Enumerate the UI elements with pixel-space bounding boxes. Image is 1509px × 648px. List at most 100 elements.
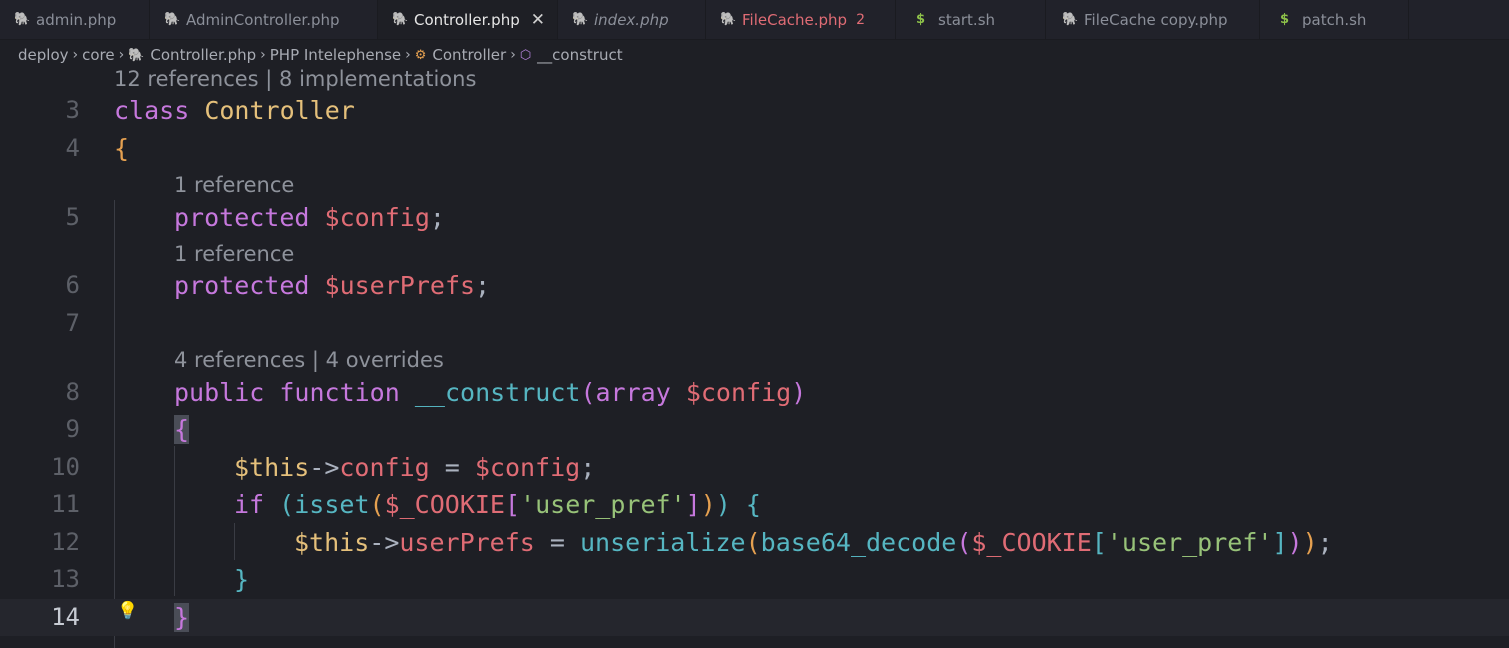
breadcrumb-item-file[interactable]: Controller.php bbox=[150, 46, 256, 64]
bracket-close: ] bbox=[1272, 528, 1288, 557]
php-elephant-icon: 🐘 bbox=[128, 47, 145, 63]
assign-operator: = bbox=[534, 528, 580, 557]
php-elephant-icon: 🐘 bbox=[572, 12, 589, 27]
tab-patch-sh[interactable]: $ patch.sh bbox=[1260, 0, 1409, 39]
property-userprefs: userPrefs bbox=[399, 528, 535, 557]
string-user-pref: 'user_pref' bbox=[520, 490, 686, 519]
keyword-public: public bbox=[174, 378, 265, 407]
tab-admincontroller-php[interactable]: 🐘 AdminController.php bbox=[150, 0, 378, 39]
code-line-3: 3 class Controller bbox=[0, 92, 1509, 129]
code-line-5: 5 protected $config; bbox=[0, 199, 1509, 236]
brace-open: { bbox=[745, 490, 761, 519]
keyword-class: class bbox=[114, 96, 190, 125]
line-number: 14 bbox=[51, 603, 80, 631]
class-name: Controller bbox=[204, 96, 355, 125]
codelens-config-reference[interactable]: 1 reference bbox=[174, 170, 294, 200]
semicolon: ; bbox=[429, 203, 445, 232]
line-number: 4 bbox=[65, 134, 80, 162]
code-line-8: 8 public function __construct(array $con… bbox=[0, 374, 1509, 411]
keyword-if: if bbox=[234, 490, 265, 519]
semicolon: ; bbox=[1317, 528, 1333, 557]
keyword-protected: protected bbox=[174, 271, 310, 300]
line-number: 5 bbox=[65, 203, 80, 231]
code-text: class Controller bbox=[114, 92, 355, 129]
paren-open: ( bbox=[956, 528, 972, 557]
lightbulb-icon[interactable]: 💡 bbox=[117, 601, 138, 621]
variable-cookie: $_COOKIE bbox=[971, 528, 1092, 557]
breadcrumb-item-deploy[interactable]: deploy bbox=[18, 46, 69, 64]
code-text: protected $config; bbox=[174, 199, 445, 236]
bracket-close: ] bbox=[685, 490, 701, 519]
code-text: if (isset($_COOKIE['user_pref'])) { bbox=[234, 486, 761, 523]
assign-operator: = bbox=[429, 453, 475, 482]
php-elephant-icon: 🐘 bbox=[720, 12, 737, 27]
tab-label: AdminController.php bbox=[186, 10, 340, 29]
code-line-14-current: 14 } bbox=[0, 599, 1509, 636]
breadcrumb-item-class[interactable]: Controller bbox=[432, 46, 506, 64]
paren-open: ( bbox=[745, 528, 761, 557]
brace-close-matched: } bbox=[174, 603, 190, 632]
tab-start-sh[interactable]: $ start.sh bbox=[896, 0, 1046, 39]
code-line-4: 4 { bbox=[0, 130, 1509, 167]
paren-open: ( bbox=[369, 490, 385, 519]
chevron-right-icon: › bbox=[118, 47, 125, 63]
brace-open-matched: { bbox=[174, 415, 190, 444]
variable-userprefs: $userPrefs bbox=[324, 271, 476, 300]
code-text: } bbox=[234, 561, 249, 598]
code-editor[interactable]: 12 references | 8 implementations 3 clas… bbox=[0, 67, 1509, 648]
code-line-6: 6 protected $userPrefs; bbox=[0, 267, 1509, 304]
breadcrumb-item-language[interactable]: PHP Intelephense bbox=[270, 46, 401, 64]
code-text: } bbox=[174, 599, 190, 636]
tab-index-php[interactable]: 🐘 index.php bbox=[558, 0, 706, 39]
function-unserialize: unserialize bbox=[580, 528, 746, 557]
editor-tab-bar: 🐘 admin.php 🐘 AdminController.php 🐘 Cont… bbox=[0, 0, 1509, 40]
code-line-10: 10 $this->config = $config; bbox=[0, 449, 1509, 486]
code-line-13: 13 } bbox=[0, 561, 1509, 598]
keyword-array: array bbox=[595, 378, 671, 407]
tab-filecache-php[interactable]: 🐘 FileCache.php 2 bbox=[706, 0, 896, 39]
variable-cookie: $_COOKIE bbox=[384, 490, 505, 519]
tab-label: start.sh bbox=[938, 10, 996, 29]
codelens-construct-references[interactable]: 4 references | 4 overrides bbox=[174, 345, 444, 375]
code-text: $this->userPrefs = unserialize(base64_de… bbox=[294, 524, 1333, 561]
keyword-function: function bbox=[279, 378, 400, 407]
semicolon: ; bbox=[580, 453, 596, 482]
variable-config: $config bbox=[324, 203, 430, 232]
variable-config: $config bbox=[474, 453, 581, 482]
semicolon: ; bbox=[475, 271, 491, 300]
arrow-operator: -> bbox=[309, 453, 340, 482]
php-elephant-icon: 🐘 bbox=[164, 12, 181, 27]
tab-label: Controller.php bbox=[414, 10, 520, 29]
tab-label: patch.sh bbox=[1302, 10, 1367, 29]
code-line-11: 11 if (isset($_COOKIE['user_pref'])) { bbox=[0, 486, 1509, 523]
tab-label: FileCache.php bbox=[742, 10, 848, 29]
line-number: 6 bbox=[65, 271, 80, 299]
tab-filecache-copy-php[interactable]: 🐘 FileCache copy.php bbox=[1046, 0, 1260, 39]
codelens-userprefs-reference[interactable]: 1 reference bbox=[174, 239, 294, 269]
tab-admin-php[interactable]: 🐘 admin.php bbox=[0, 0, 150, 39]
paren-open: ( bbox=[580, 378, 596, 407]
chevron-right-icon: › bbox=[260, 47, 266, 63]
close-icon[interactable]: ✕ bbox=[531, 10, 545, 30]
paren-close: ) bbox=[1287, 528, 1303, 557]
paren-close: ) bbox=[715, 490, 731, 519]
variable-config: $config bbox=[685, 378, 792, 407]
string-user-pref: 'user_pref' bbox=[1106, 528, 1273, 557]
brace-close: } bbox=[234, 565, 250, 594]
breadcrumb-item-core[interactable]: core bbox=[82, 46, 115, 64]
bracket-open: [ bbox=[1091, 528, 1107, 557]
class-symbol-icon: ⚙ bbox=[414, 47, 427, 63]
line-number: 13 bbox=[51, 565, 80, 593]
keyword-protected: protected bbox=[174, 203, 310, 232]
line-number: 8 bbox=[65, 378, 80, 406]
function-isset: isset bbox=[294, 490, 370, 519]
breadcrumb-item-method[interactable]: __construct bbox=[537, 46, 622, 64]
line-number: 11 bbox=[51, 490, 80, 518]
bracket-open: [ bbox=[504, 490, 521, 519]
line-number: 12 bbox=[51, 528, 80, 556]
codelens-class-references[interactable]: 12 references | 8 implementations bbox=[114, 64, 476, 94]
paren-close: ) bbox=[700, 490, 716, 519]
variable-this: $this bbox=[294, 528, 370, 557]
code-text: { bbox=[114, 130, 129, 167]
tab-controller-php[interactable]: 🐘 Controller.php ✕ bbox=[378, 0, 558, 39]
